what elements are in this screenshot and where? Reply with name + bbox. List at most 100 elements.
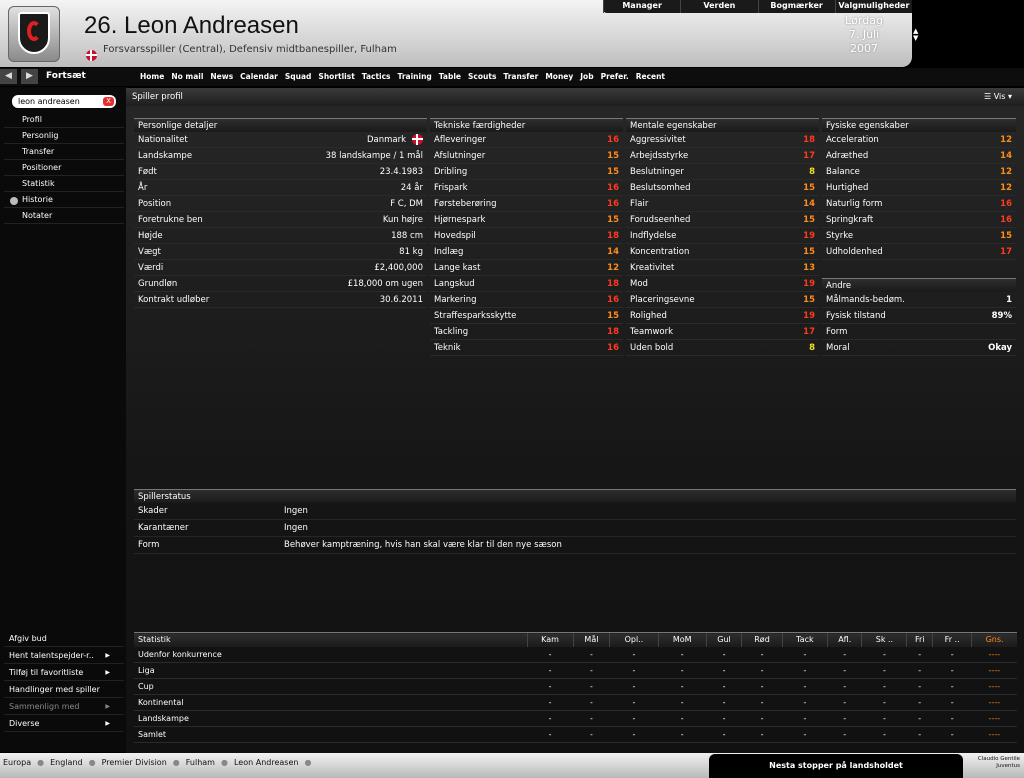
menu-bogmaerker[interactable]: Bogmærker xyxy=(757,0,835,13)
nav-table[interactable]: Table xyxy=(439,72,461,81)
scout-report-button[interactable]: Hent talentspejder-r.. ▶ xyxy=(4,647,124,664)
sidebar-item-personlig[interactable]: Personlig xyxy=(4,128,124,144)
stats-column-header[interactable]: Rød xyxy=(741,632,783,647)
stats-column-header[interactable]: Tack xyxy=(781,632,828,647)
stats-column-header[interactable]: Mål xyxy=(572,632,610,647)
mental-value: 13 xyxy=(803,262,815,273)
add-favorite-button[interactable]: Tilføj til favoritliste ▶ xyxy=(4,664,124,681)
search-input[interactable]: leon andreasen xyxy=(12,95,116,108)
stats-column-header[interactable]: MoM xyxy=(657,632,707,647)
stats-column-header[interactable]: Fri xyxy=(906,632,933,647)
sidebar-item-transfer[interactable]: Transfer xyxy=(4,144,124,160)
technical-label: Lange kast xyxy=(434,262,481,273)
stats-column-header[interactable]: Kam xyxy=(526,632,574,647)
stats-cell: - xyxy=(932,694,972,711)
mental-label: Kreativitet xyxy=(630,262,675,273)
personal-label: Position xyxy=(138,198,172,209)
personal-row: Født 23.4.1983 xyxy=(134,164,427,180)
other-label: Form xyxy=(826,326,848,337)
other-label: Målmands-bedøm. xyxy=(826,294,905,305)
technical-row: Tackling 18 xyxy=(430,324,623,340)
misc-button[interactable]: Diverse ▶ xyxy=(4,715,124,732)
physical-value: 12 xyxy=(1000,166,1012,177)
mental-title: Mentale egenskaber xyxy=(626,118,819,132)
nav-recent[interactable]: Recent xyxy=(636,72,665,81)
continue-button[interactable]: Fortsæt xyxy=(46,71,86,81)
stats-column-header[interactable]: Fr .. xyxy=(932,632,972,647)
nav-scouts[interactable]: Scouts xyxy=(468,72,496,81)
stats-cell: - xyxy=(658,646,707,663)
stats-title: Statistik xyxy=(134,632,527,647)
stats-cell: - xyxy=(932,662,972,679)
forward-arrow-icon[interactable]: ▶ xyxy=(21,69,38,84)
clear-search-button[interactable]: X xyxy=(103,97,114,106)
nav-money[interactable]: Money xyxy=(545,72,573,81)
technical-label: Tackling xyxy=(434,326,469,337)
stats-cell: - xyxy=(573,710,610,727)
compare-button[interactable]: Sammenlign med ▶ xyxy=(4,698,124,715)
physical-value-cell: 12 xyxy=(1000,135,1012,145)
physical-label: Balance xyxy=(826,166,860,177)
sidebar-item-statistik[interactable]: Statistik xyxy=(4,176,124,192)
crumb-england[interactable]: England xyxy=(50,758,82,767)
nav-squad[interactable]: Squad xyxy=(285,72,312,81)
nav-prefer[interactable]: Prefer. xyxy=(601,72,629,81)
stats-cell: - xyxy=(906,710,933,727)
stats-cell: - xyxy=(573,646,610,663)
crumb-europa[interactable]: Europa xyxy=(3,758,31,767)
stats-column-header[interactable]: Gul xyxy=(705,632,742,647)
bid-button[interactable]: Afgiv bud xyxy=(4,630,124,647)
other-value-cell: Okay xyxy=(988,343,1012,353)
stats-cell: - xyxy=(741,646,783,663)
nav-training[interactable]: Training xyxy=(398,72,432,81)
stats-cell: - xyxy=(827,710,862,727)
physical-row: Adræthed 14 xyxy=(822,148,1016,164)
date-day: 7. Juli xyxy=(848,28,880,41)
nav-mail[interactable]: No mail xyxy=(171,72,203,81)
physical-row: Udholdenhed 17 xyxy=(822,244,1016,260)
physical-value: 15 xyxy=(1000,230,1012,241)
crumb-player[interactable]: Leon Andreasen xyxy=(234,758,298,767)
news-ticker[interactable]: Nesta stopper på landsholdet xyxy=(709,754,963,778)
stats-column-header[interactable]: Opl.. xyxy=(609,632,659,647)
stats-cell: - xyxy=(782,646,828,663)
personal-label: Kontrakt udløber xyxy=(138,294,210,305)
nav-transfer[interactable]: Transfer xyxy=(503,72,538,81)
stats-column-header[interactable]: Sk .. xyxy=(861,632,907,647)
nav-home[interactable]: Home xyxy=(140,72,164,81)
physical-row: Acceleration 12 xyxy=(822,132,1016,148)
nav-calendar[interactable]: Calendar xyxy=(240,72,278,81)
technical-value: 16 xyxy=(607,182,619,193)
nav-news[interactable]: News xyxy=(210,72,233,81)
player-actions-button[interactable]: Handlinger med spiller xyxy=(4,681,124,698)
stats-column-header[interactable]: Gns. xyxy=(971,632,1017,647)
nav-job[interactable]: Job xyxy=(580,72,593,81)
menu-manager[interactable]: Manager xyxy=(603,0,680,13)
sidebar-item-historie[interactable]: Historie xyxy=(4,192,124,208)
mental-value: 18 xyxy=(803,134,815,145)
physical-row: Hurtighed 12 xyxy=(822,180,1016,196)
stats-cell: - xyxy=(861,726,907,743)
stats-cell: - xyxy=(741,694,783,711)
date-scroll-icon[interactable]: ▲ ▼ xyxy=(913,28,918,42)
physical-value-cell: 17 xyxy=(1000,247,1012,257)
sidebar-item-profil[interactable]: Profil xyxy=(4,112,124,128)
view-menu-button[interactable]: ☰ Vis ▾ xyxy=(984,92,1012,101)
sidebar-item-notater[interactable]: Notater xyxy=(4,208,124,224)
nav-tactics[interactable]: Tactics xyxy=(362,72,391,81)
back-arrow-icon[interactable]: ◀ xyxy=(0,69,17,84)
physical-label: Springkraft xyxy=(826,214,874,225)
personal-row: Nationalitet Danmark xyxy=(134,132,427,148)
physical-value: 17 xyxy=(1000,246,1012,257)
stats-column-header[interactable]: Afl. xyxy=(827,632,862,647)
menu-valgmuligheder[interactable]: Valgmuligheder xyxy=(834,0,912,13)
stats-cell: - xyxy=(527,662,574,679)
crumb-league[interactable]: Premier Division xyxy=(102,758,167,767)
crumb-club[interactable]: Fulham xyxy=(186,758,215,767)
technical-value-cell: 15 xyxy=(607,215,619,225)
nav-shortlist[interactable]: Shortlist xyxy=(318,72,354,81)
menu-verden[interactable]: Verden xyxy=(680,0,757,13)
sidebar-item-positioner[interactable]: Positioner xyxy=(4,160,124,176)
stats-cell: - xyxy=(741,662,783,679)
physical-label: Adræthed xyxy=(826,150,869,161)
